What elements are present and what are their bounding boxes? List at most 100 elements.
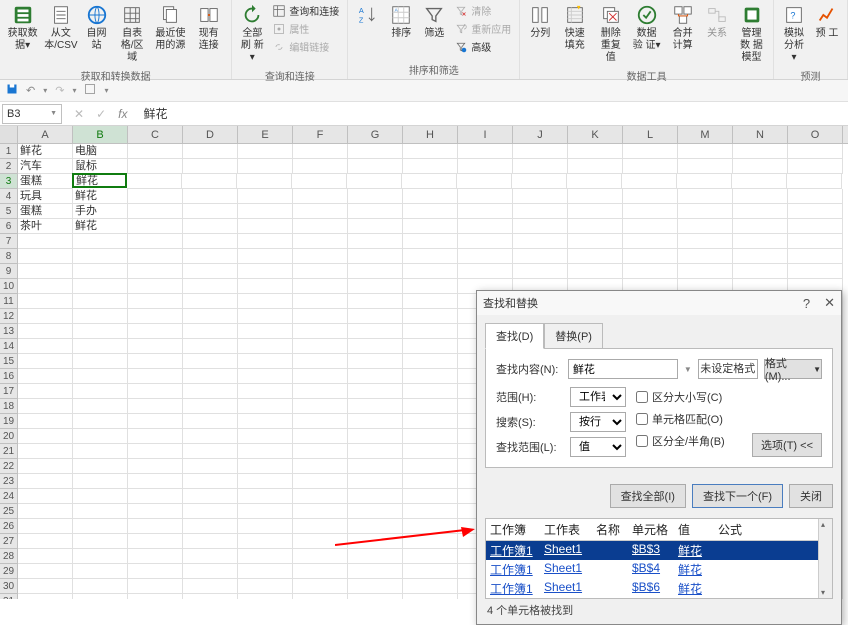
cell-H12[interactable] — [403, 309, 458, 324]
cell-G1[interactable] — [348, 144, 403, 159]
find-next-button[interactable]: 查找下一个(F) — [692, 484, 783, 508]
cell-G10[interactable] — [348, 279, 403, 294]
cell-C17[interactable] — [128, 384, 183, 399]
cell-G26[interactable] — [348, 519, 403, 534]
cell-B7[interactable] — [73, 234, 128, 249]
row-header-30[interactable]: 30 — [0, 579, 18, 594]
cell-B27[interactable] — [73, 534, 128, 549]
cell-J6[interactable] — [513, 219, 568, 234]
cell-A26[interactable] — [18, 519, 73, 534]
cell-A1[interactable]: 鲜花 — [18, 144, 73, 159]
row-header-21[interactable]: 21 — [0, 444, 18, 459]
cell-A17[interactable] — [18, 384, 73, 399]
cell-F30[interactable] — [293, 579, 348, 594]
cell-B23[interactable] — [73, 474, 128, 489]
cell-C24[interactable] — [128, 489, 183, 504]
cell-E23[interactable] — [238, 474, 293, 489]
cell-L8[interactable] — [623, 249, 678, 264]
row-header-10[interactable]: 10 — [0, 279, 18, 294]
col-header-K[interactable]: K — [568, 126, 623, 143]
cell-N3[interactable] — [732, 174, 787, 189]
cell-F26[interactable] — [293, 519, 348, 534]
row-header-13[interactable]: 13 — [0, 324, 18, 339]
cell-L9[interactable] — [623, 264, 678, 279]
from-table-range-button[interactable]: 自表 格/区域 — [114, 2, 151, 66]
cell-H23[interactable] — [403, 474, 458, 489]
cell-G28[interactable] — [348, 549, 403, 564]
cell-D1[interactable] — [183, 144, 238, 159]
cell-B1[interactable]: 电脑 — [73, 144, 128, 159]
cell-F3[interactable] — [292, 174, 347, 189]
cell-F6[interactable] — [293, 219, 348, 234]
from-text-csv-button[interactable]: 从文 本/CSV — [42, 2, 79, 54]
cell-A27[interactable] — [18, 534, 73, 549]
row-header-24[interactable]: 24 — [0, 489, 18, 504]
cell-H14[interactable] — [403, 339, 458, 354]
cell-I4[interactable] — [458, 189, 513, 204]
row-header-1[interactable]: 1 — [0, 144, 18, 159]
cell-M8[interactable] — [678, 249, 733, 264]
cell-E4[interactable] — [238, 189, 293, 204]
cell-D21[interactable] — [183, 444, 238, 459]
cell-B11[interactable] — [73, 294, 128, 309]
cell-H5[interactable] — [403, 204, 458, 219]
cell-F1[interactable] — [293, 144, 348, 159]
cell-D30[interactable] — [183, 579, 238, 594]
cell-D4[interactable] — [183, 189, 238, 204]
what-if-button[interactable]: ?模拟分析 ▾ — [778, 2, 810, 66]
cell-D12[interactable] — [183, 309, 238, 324]
cell-C26[interactable] — [128, 519, 183, 534]
cell-E26[interactable] — [238, 519, 293, 534]
cell-C19[interactable] — [128, 414, 183, 429]
redo-icon[interactable]: ↷ — [55, 84, 64, 97]
cell-B8[interactable] — [73, 249, 128, 264]
tab-find[interactable]: 查找(D) — [485, 323, 544, 349]
cell-E14[interactable] — [238, 339, 293, 354]
row-header-22[interactable]: 22 — [0, 459, 18, 474]
cell-D26[interactable] — [183, 519, 238, 534]
cell-G21[interactable] — [348, 444, 403, 459]
row-header-4[interactable]: 4 — [0, 189, 18, 204]
cell-H28[interactable] — [403, 549, 458, 564]
cell-F21[interactable] — [293, 444, 348, 459]
cell-C8[interactable] — [128, 249, 183, 264]
cell-H22[interactable] — [403, 459, 458, 474]
cell-F22[interactable] — [293, 459, 348, 474]
cell-C25[interactable] — [128, 504, 183, 519]
cell-A12[interactable] — [18, 309, 73, 324]
formula-input[interactable]: 鲜花 — [137, 105, 848, 122]
cell-E30[interactable] — [238, 579, 293, 594]
cell-B13[interactable] — [73, 324, 128, 339]
cell-E18[interactable] — [238, 399, 293, 414]
lookin-select[interactable]: 值 — [570, 437, 626, 457]
cell-E11[interactable] — [238, 294, 293, 309]
cell-F20[interactable] — [293, 429, 348, 444]
cell-K8[interactable] — [568, 249, 623, 264]
cell-A24[interactable] — [18, 489, 73, 504]
cell-E8[interactable] — [238, 249, 293, 264]
row-header-28[interactable]: 28 — [0, 549, 18, 564]
refresh-all-button[interactable]: 全部刷 新▾ — [236, 2, 268, 66]
row-header-29[interactable]: 29 — [0, 564, 18, 579]
cell-K3[interactable] — [567, 174, 622, 189]
cell-K2[interactable] — [568, 159, 623, 174]
cell-C12[interactable] — [128, 309, 183, 324]
cell-M1[interactable] — [678, 144, 733, 159]
cell-J7[interactable] — [513, 234, 568, 249]
cell-J2[interactable] — [513, 159, 568, 174]
cell-O6[interactable] — [788, 219, 843, 234]
row-header-5[interactable]: 5 — [0, 204, 18, 219]
cell-A5[interactable]: 蛋糕 — [18, 204, 73, 219]
cell-F7[interactable] — [293, 234, 348, 249]
cell-H29[interactable] — [403, 564, 458, 579]
cell-H30[interactable] — [403, 579, 458, 594]
cell-H20[interactable] — [403, 429, 458, 444]
cell-H16[interactable] — [403, 369, 458, 384]
name-box[interactable]: B3▼ — [2, 104, 62, 124]
row-header-9[interactable]: 9 — [0, 264, 18, 279]
cell-B22[interactable] — [73, 459, 128, 474]
cell-D10[interactable] — [183, 279, 238, 294]
cell-E28[interactable] — [238, 549, 293, 564]
cell-E22[interactable] — [238, 459, 293, 474]
cell-D2[interactable] — [183, 159, 238, 174]
